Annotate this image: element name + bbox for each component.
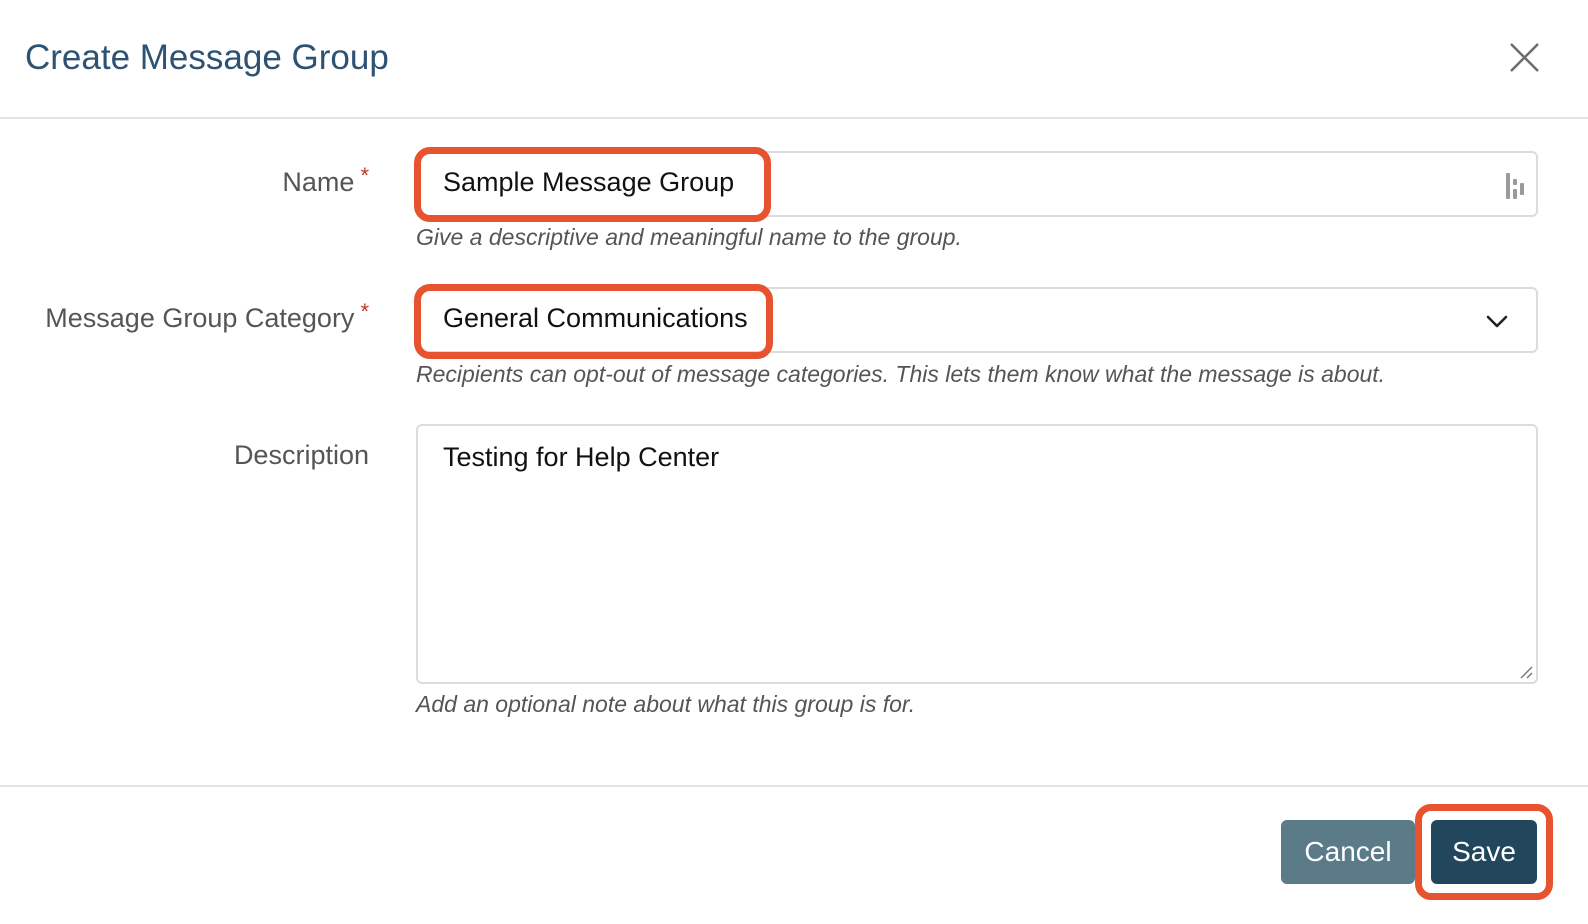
cancel-button[interactable]: Cancel	[1281, 820, 1415, 884]
required-asterisk: *	[360, 163, 369, 188]
close-icon	[1510, 43, 1539, 72]
description-help-text: Add an optional note about what this gro…	[416, 691, 916, 717]
name-input[interactable]: Sample Message Group	[416, 151, 1538, 217]
name-label-text: Name	[282, 167, 355, 197]
name-input-value: Sample Message Group	[443, 167, 735, 197]
close-button[interactable]	[1502, 36, 1546, 80]
chevron-down-icon	[1486, 315, 1508, 328]
category-help-text: Recipients can opt-out of message catego…	[416, 361, 1386, 387]
category-select[interactable]: General Communications	[416, 287, 1538, 353]
save-button[interactable]: Save	[1431, 820, 1537, 884]
resize-handle-icon[interactable]	[1518, 664, 1534, 680]
description-label: Description	[233, 440, 369, 470]
name-help-text: Give a descriptive and meaningful name t…	[416, 224, 962, 250]
dialog-title: Create Message Group	[25, 38, 389, 77]
create-message-group-dialog: Create Message Group Name * Sample Messag…	[0, 0, 1588, 924]
name-label: Name *	[282, 163, 369, 198]
category-label: Message Group Category *	[45, 299, 369, 334]
category-label-text: Message Group Category	[45, 303, 355, 333]
required-asterisk: *	[360, 299, 369, 324]
footer-divider	[0, 785, 1588, 787]
description-textarea[interactable]: Testing for Help Center	[416, 424, 1538, 684]
category-selected-value: General Communications	[443, 303, 748, 333]
description-value: Testing for Help Center	[443, 442, 720, 472]
password-manager-icon[interactable]	[1505, 171, 1529, 201]
dialog-header: Create Message Group	[0, 0, 1588, 119]
